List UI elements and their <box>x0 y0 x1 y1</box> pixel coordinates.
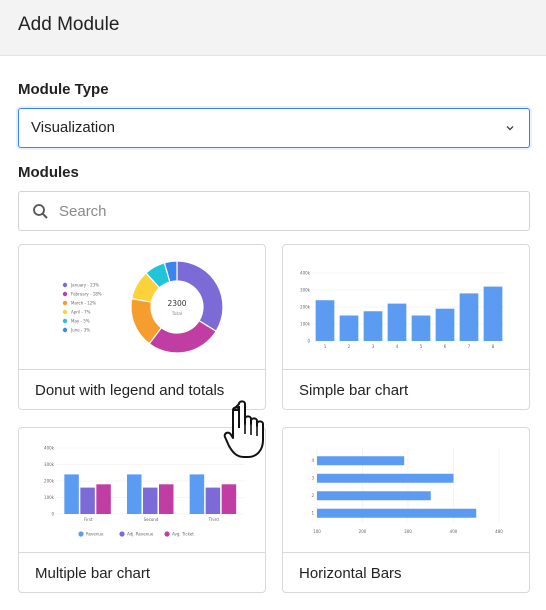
bar <box>64 474 79 514</box>
x-tick-label: 2 <box>348 344 351 349</box>
card-label: Donut with legend and totals <box>35 382 225 399</box>
bar <box>143 487 158 514</box>
bar <box>221 484 237 514</box>
y-tick-label: 2 <box>311 493 314 498</box>
legend-item: Adj. Revenue <box>127 531 154 536</box>
legend-item: February - 18% <box>71 292 102 297</box>
y-tick-label: 4 <box>311 458 314 463</box>
x-tick-label: First <box>84 517 93 522</box>
x-tick-label: 100 <box>313 529 321 534</box>
module-card-horizontal-bars[interactable]: 100 200 300 400 480 4 3 2 1 Horizontal Bars <box>282 427 530 593</box>
bar <box>459 293 479 341</box>
x-tick-label: 3 <box>372 344 375 349</box>
y-tick-label: 100k <box>44 495 55 500</box>
y-tick-label: 300k <box>300 287 311 292</box>
donut-center-label: Total <box>171 311 183 317</box>
legend-item: June - 3% <box>70 328 90 333</box>
y-tick-label: 0 <box>51 511 54 516</box>
legend-swatch <box>62 318 68 324</box>
module-type-label: Module Type <box>18 81 109 98</box>
x-tick-label: 400 <box>450 529 458 534</box>
bar <box>315 300 335 341</box>
bar <box>317 473 454 483</box>
legend-item: January - 23% <box>70 283 99 288</box>
bar <box>363 311 383 341</box>
card-footer: Multiple bar chart <box>19 552 265 592</box>
donut-chart-thumbnail: January - 23% February - 18% March - 12% Ap… <box>19 245 265 369</box>
simple-bar-chart-thumbnail: 400k 300k 200k 100k 0 1 2 3 4 5 6 7 8 <box>283 245 529 369</box>
legend-item: Avg. Ticket <box>172 531 194 536</box>
x-tick-label: 7 <box>468 344 471 349</box>
module-type-value: Visualization <box>31 119 115 136</box>
chevron-down-icon <box>506 126 514 131</box>
x-tick-label: 1 <box>324 344 327 349</box>
y-tick-label: 300k <box>44 462 55 467</box>
card-label: Horizontal Bars <box>299 565 402 582</box>
legend-swatch <box>62 291 68 297</box>
y-tick-label: 400k <box>44 445 55 450</box>
dialog-header: Add Module <box>0 0 546 56</box>
bar <box>339 315 359 341</box>
donut-center-value: 2300 <box>167 299 186 308</box>
bar <box>205 487 221 514</box>
bar <box>127 474 142 514</box>
y-tick-label: 1 <box>311 511 314 516</box>
x-tick-label: 4 <box>396 344 399 349</box>
search-input[interactable] <box>59 193 519 229</box>
y-tick-label: 100k <box>300 321 311 326</box>
legend-swatch <box>62 309 68 315</box>
x-tick-label: 200 <box>359 529 367 534</box>
modules-label: Modules <box>18 164 79 181</box>
module-card-simple-bar[interactable]: 400k 300k 200k 100k 0 1 2 3 4 5 6 7 8 Simple bar cha… <box>282 244 530 410</box>
hand-pointer-cursor-icon <box>223 400 264 458</box>
legend-swatch <box>62 282 68 288</box>
y-tick-label: 3 <box>311 476 314 481</box>
legend-item: Revenue <box>86 531 104 536</box>
legend-swatch <box>119 531 125 537</box>
x-tick-label: 8 <box>492 344 495 349</box>
bar <box>411 315 431 341</box>
bar <box>159 484 174 514</box>
bar <box>483 286 503 341</box>
card-label: Simple bar chart <box>299 382 409 399</box>
module-card-donut[interactable]: January - 23% February - 18% March - 12% Ap… <box>18 244 266 410</box>
module-type-select[interactable]: Visualization <box>18 108 530 148</box>
bar <box>189 474 205 514</box>
x-tick-label: 480 <box>495 529 503 534</box>
bar <box>317 491 431 501</box>
y-tick-label: 200k <box>44 478 55 483</box>
bar <box>387 303 407 341</box>
y-tick-label: 200k <box>300 304 311 309</box>
legend-swatch <box>78 531 84 537</box>
dialog-title: Add Module <box>18 14 120 35</box>
legend-item: May - 5% <box>71 319 90 324</box>
legend-item: April - 7% <box>71 310 91 315</box>
card-label: Multiple bar chart <box>35 565 151 582</box>
module-search[interactable] <box>18 191 530 231</box>
x-tick-label: Third <box>208 517 220 522</box>
legend-swatch <box>164 531 170 537</box>
card-footer: Simple bar chart <box>283 369 529 409</box>
legend-swatch <box>62 327 68 333</box>
x-tick-label: 300 <box>404 529 412 534</box>
bar <box>80 487 95 514</box>
card-footer: Horizontal Bars <box>283 552 529 592</box>
horizontal-bar-chart-thumbnail: 100 200 300 400 480 4 3 2 1 <box>283 428 529 552</box>
legend-item: March - 12% <box>71 301 96 306</box>
x-tick-label: 5 <box>420 344 423 349</box>
y-tick-label: 0 <box>307 338 310 343</box>
bar <box>317 508 477 518</box>
bar <box>96 484 111 514</box>
legend-swatch <box>62 300 68 306</box>
bar <box>435 308 455 341</box>
x-tick-label: 6 <box>444 344 447 349</box>
search-icon <box>33 204 48 219</box>
bar <box>317 456 405 466</box>
x-tick-label: Second <box>144 517 159 522</box>
y-tick-label: 400k <box>300 270 311 275</box>
